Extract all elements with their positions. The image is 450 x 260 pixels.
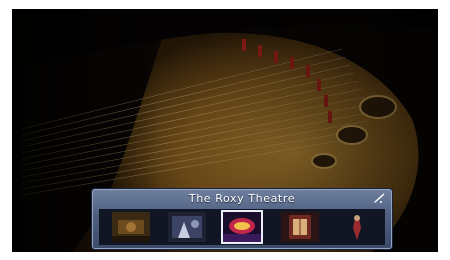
- video-screen: The Roxy Theatre: [12, 9, 438, 252]
- scene-thumb-3[interactable]: [223, 212, 261, 242]
- overlay-title: The Roxy Theatre: [188, 192, 296, 205]
- scene-thumb-5[interactable]: [337, 212, 375, 242]
- scene-thumb-2[interactable]: [168, 212, 206, 242]
- thumbnail-strip: [99, 209, 385, 245]
- scene-thumb-1[interactable]: [112, 212, 150, 242]
- edit-pencil-icon[interactable]: [373, 192, 387, 204]
- info-overlay-panel: The Roxy Theatre: [92, 189, 392, 249]
- scene-thumb-4[interactable]: [281, 212, 319, 242]
